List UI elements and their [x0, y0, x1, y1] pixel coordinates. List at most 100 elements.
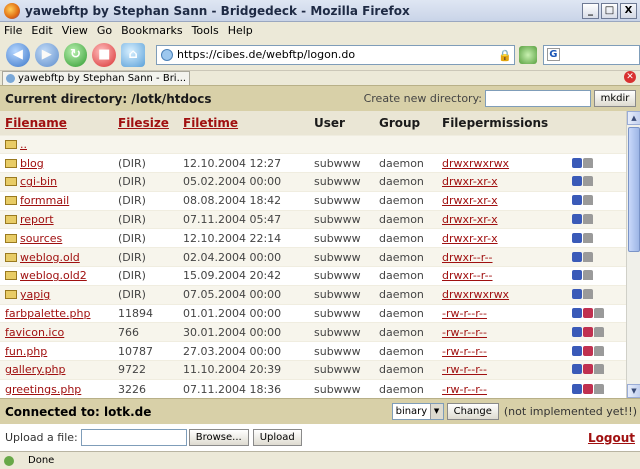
delete-icon[interactable] — [594, 345, 604, 356]
filename-link[interactable]: weblog.old2 — [20, 269, 87, 282]
table-row[interactable]: sources (DIR) 12.10.2004 22:14 subwww daemon… — [0, 228, 626, 248]
new-directory-input[interactable] — [485, 90, 591, 107]
table-row[interactable]: blog (DIR) 12.10.2004 12:27 subwww daemon drw… — [0, 153, 626, 173]
menu-view[interactable]: View — [62, 24, 88, 37]
menu-go[interactable]: Go — [97, 24, 112, 37]
scrollbar-thumb[interactable] — [628, 127, 640, 252]
close-tab-icon[interactable]: ✕ — [624, 71, 636, 83]
url-text[interactable]: https://cibes.de/webftp/logon.do — [177, 48, 498, 61]
home-button[interactable]: ⌂ — [121, 42, 145, 67]
permissions-link[interactable]: -rw-r--r-- — [442, 345, 487, 358]
menu-file[interactable]: File — [4, 24, 22, 37]
permissions-link[interactable]: drwxrwxrwx — [442, 157, 509, 170]
table-row[interactable]: fun.php 10787 27.03.2004 00:00 subwww daemon… — [0, 341, 626, 361]
edit-icon[interactable] — [583, 345, 593, 356]
rename-icon[interactable] — [572, 157, 582, 168]
rename-icon[interactable] — [572, 176, 582, 187]
edit-icon[interactable] — [583, 326, 593, 337]
table-row[interactable]: greetings.php 3226 07.11.2004 18:36 subwww d… — [0, 378, 626, 398]
browse-button[interactable]: Browse... — [188, 429, 249, 446]
table-row[interactable]: yapig (DIR) 07.05.2004 00:00 subwww daemon dr… — [0, 284, 626, 305]
delete-icon[interactable] — [583, 232, 593, 243]
permissions-link[interactable]: -rw-r--r-- — [442, 363, 487, 376]
rename-icon[interactable] — [572, 251, 582, 262]
delete-icon[interactable] — [583, 214, 593, 225]
menu-edit[interactable]: Edit — [31, 24, 52, 37]
table-row[interactable]: report (DIR) 07.11.2004 05:47 subwww daemon d… — [0, 209, 626, 229]
forward-button[interactable]: ▶ — [34, 42, 59, 67]
close-window-button[interactable]: X — [620, 2, 637, 19]
permissions-link[interactable]: drwxr-xr-x — [442, 213, 498, 226]
url-bar[interactable]: https://cibes.de/webftp/logon.do 🔒 — [155, 44, 515, 65]
permissions-link[interactable]: drwxr-xr-x — [442, 232, 498, 245]
rename-icon[interactable] — [572, 195, 582, 206]
table-row[interactable]: favicon.ico 766 30.01.2004 00:00 subwww daem… — [0, 322, 626, 342]
column-filesize[interactable]: Filesize — [113, 111, 178, 135]
filename-link[interactable]: favicon.ico — [5, 326, 64, 339]
logout-link[interactable]: Logout — [588, 431, 635, 445]
table-row[interactable]: .. — [0, 134, 626, 154]
rename-icon[interactable] — [572, 308, 582, 319]
filename-link[interactable]: fun.php — [5, 345, 47, 358]
permissions-link[interactable]: -rw-r--r-- — [442, 307, 487, 320]
stop-button[interactable]: ■ — [92, 42, 117, 67]
filename-link[interactable]: cgi-bin — [20, 175, 57, 188]
column-filetime[interactable]: Filetime — [178, 111, 309, 135]
scroll-up-icon[interactable]: ▲ — [627, 111, 640, 125]
delete-icon[interactable] — [583, 157, 593, 168]
menu-tools[interactable]: Tools — [192, 24, 219, 37]
filename-link[interactable]: weblog.old — [20, 251, 80, 264]
menu-bookmarks[interactable]: Bookmarks — [121, 24, 182, 37]
delete-icon[interactable] — [583, 195, 593, 206]
filename-link[interactable]: farbpalette.php — [5, 307, 91, 320]
permissions-link[interactable]: -rw-r--r-- — [442, 326, 487, 339]
back-button[interactable]: ◀ — [6, 42, 30, 67]
mkdir-button[interactable]: mkdir — [594, 90, 636, 107]
table-row[interactable]: cgi-bin (DIR) 05.02.2004 00:00 subwww daemon… — [0, 172, 626, 192]
rename-icon[interactable] — [572, 383, 582, 394]
permissions-link[interactable]: drwxr-xr-x — [442, 175, 498, 188]
delete-icon[interactable] — [583, 270, 593, 281]
scroll-down-icon[interactable]: ▼ — [627, 384, 640, 398]
edit-icon[interactable] — [583, 383, 593, 394]
filename-link[interactable]: greetings.php — [5, 383, 81, 396]
rename-icon[interactable] — [572, 214, 582, 225]
filename-link[interactable]: gallery.php — [5, 363, 66, 376]
rename-icon[interactable] — [572, 289, 582, 300]
permissions-link[interactable]: drwxr--r-- — [442, 251, 493, 264]
delete-icon[interactable] — [583, 289, 593, 300]
table-row[interactable]: gallery.php 9722 11.10.2004 20:39 subwww dae… — [0, 360, 626, 380]
upload-button[interactable]: Upload — [252, 429, 302, 446]
tab-active[interactable]: yawebftp by Stephan Sann - Bri... — [2, 71, 190, 85]
rename-icon[interactable] — [572, 364, 582, 375]
filename-link[interactable]: sources — [20, 232, 62, 245]
permissions-link[interactable]: drwxr-xr-x — [442, 194, 498, 207]
rename-icon[interactable] — [572, 270, 582, 281]
go-button[interactable] — [518, 45, 537, 64]
change-button[interactable]: Change — [446, 403, 499, 420]
delete-icon[interactable] — [594, 364, 604, 375]
edit-icon[interactable] — [583, 308, 593, 319]
delete-icon[interactable] — [594, 308, 604, 319]
reload-button[interactable]: ↻ — [63, 42, 88, 67]
filename-link[interactable]: blog — [20, 157, 44, 170]
filename-link[interactable]: formmail — [20, 194, 69, 207]
edit-icon[interactable] — [583, 364, 593, 375]
table-row[interactable]: weblog.old (DIR) 02.04.2004 00:00 subwww dae… — [0, 247, 626, 267]
upload-file-input[interactable] — [80, 429, 187, 446]
vertical-scrollbar[interactable]: ▲ ▼ — [626, 111, 640, 398]
table-row[interactable]: weblog.old2 (DIR) 15.09.2004 20:42 subwww da… — [0, 266, 626, 286]
table-row[interactable]: farbpalette.php 11894 01.01.2004 00:00 subw… — [0, 303, 626, 323]
rename-icon[interactable] — [572, 345, 582, 356]
rename-icon[interactable] — [572, 232, 582, 243]
permissions-link[interactable]: drwxr--r-- — [442, 269, 493, 282]
delete-icon[interactable] — [594, 383, 604, 394]
minimize-button[interactable]: _ — [582, 2, 599, 19]
filename-link[interactable]: report — [20, 213, 54, 226]
table-row[interactable]: formmail (DIR) 08.08.2004 18:42 subwww daemo… — [0, 190, 626, 211]
permissions-link[interactable]: -rw-r--r-- — [442, 383, 487, 396]
menu-help[interactable]: Help — [228, 24, 253, 37]
permissions-link[interactable]: drwxrwxrwx — [442, 288, 509, 301]
delete-icon[interactable] — [583, 176, 593, 187]
delete-icon[interactable] — [583, 251, 593, 262]
